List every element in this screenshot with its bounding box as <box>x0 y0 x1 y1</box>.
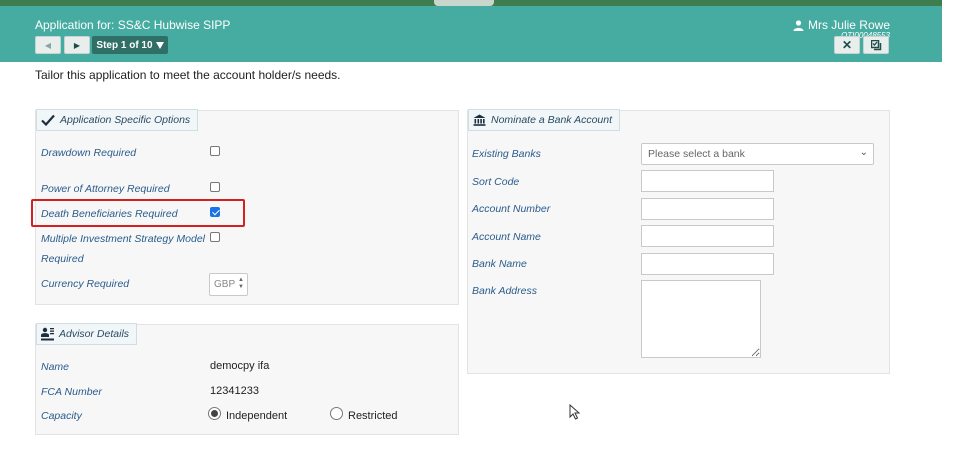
sort-code-label: Sort Code <box>472 176 520 188</box>
multiple-investment-label-line2: Required <box>41 253 84 265</box>
close-button[interactable]: ✕ <box>834 36 860 54</box>
account-number-label: Account Number <box>472 203 551 215</box>
next-step-button[interactable]: ▶ <box>64 36 90 54</box>
arrow-right-icon: ▶ <box>73 40 81 50</box>
user-menu[interactable]: Mrs Julie Rowe <box>793 18 890 32</box>
currency-spinner[interactable]: GBP ▲ ▼ <box>209 273 248 296</box>
drawdown-checkbox[interactable] <box>210 146 220 156</box>
bank-name-label: Bank Name <box>472 258 527 270</box>
bank-address-textarea[interactable] <box>641 280 761 358</box>
checkmark-icon <box>41 114 55 126</box>
step-selector[interactable]: Step 1 of 10 <box>92 36 168 54</box>
application-title: Application for: SS&C Hubwise SIPP <box>35 18 231 32</box>
bank-icon <box>473 114 486 126</box>
advisor-panel-header: Advisor Details <box>36 323 138 345</box>
capacity-restricted-radio[interactable] <box>330 407 343 420</box>
chevron-down-icon: ⌄ <box>859 147 868 158</box>
arrow-left-icon: ◀ <box>44 40 52 50</box>
advisor-name-label: Name <box>41 361 70 373</box>
advisor-icon <box>41 327 54 341</box>
account-name-input[interactable] <box>641 225 774 247</box>
close-icon: ✕ <box>841 38 853 52</box>
save-check-icon <box>870 39 881 50</box>
power-of-attorney-checkbox[interactable] <box>210 182 220 192</box>
user-name: Mrs Julie Rowe <box>807 18 890 32</box>
account-number-input[interactable] <box>641 198 774 220</box>
existing-banks-select[interactable]: Please select a bank ⌄ <box>641 143 874 165</box>
bank-name-input[interactable] <box>641 253 774 275</box>
capacity-label: Capacity <box>41 410 82 422</box>
currency-label: Currency Required <box>41 278 130 290</box>
options-panel-header: Application Specific Options <box>36 109 199 131</box>
spinner-arrows-icon[interactable]: ▲ ▼ <box>238 277 244 291</box>
bank-address-label: Bank Address <box>472 285 537 297</box>
previous-step-button[interactable]: ◀ <box>35 36 61 54</box>
existing-banks-label: Existing Banks <box>472 148 541 160</box>
user-icon <box>793 19 804 31</box>
bank-panel-header: Nominate a Bank Account <box>468 109 621 131</box>
save-button[interactable] <box>863 36 889 54</box>
advisor-name-value: democpy ifa <box>210 360 270 372</box>
drawdown-label: Drawdown Required <box>41 147 137 159</box>
sort-code-input[interactable] <box>641 170 774 192</box>
fca-number-value: 12341233 <box>210 385 259 397</box>
step-label: Step 1 of 10 <box>96 39 153 51</box>
intro-text: Tailor this application to meet the acco… <box>35 68 341 82</box>
options-panel-title: Application Specific Options <box>60 114 191 126</box>
account-name-label: Account Name <box>472 231 541 243</box>
capacity-independent-radio[interactable] <box>208 407 221 420</box>
power-of-attorney-label: Power of Attorney Required <box>41 183 170 195</box>
mouse-cursor-icon <box>569 404 581 420</box>
multiple-investment-checkbox[interactable] <box>210 232 220 242</box>
currency-value: GBP <box>214 279 236 290</box>
advisor-panel-title: Advisor Details <box>59 328 130 340</box>
caret-down-icon <box>155 41 164 49</box>
multiple-investment-label-line1: Multiple Investment Strategy Model <box>41 233 205 245</box>
capacity-independent-label[interactable]: Independent <box>226 410 287 422</box>
bank-panel-title: Nominate a Bank Account <box>491 114 613 126</box>
fca-number-label: FCA Number <box>41 386 102 398</box>
highlight-annotation <box>31 199 245 227</box>
existing-banks-placeholder: Please select a bank <box>648 148 745 160</box>
capacity-restricted-label[interactable]: Restricted <box>348 410 398 422</box>
